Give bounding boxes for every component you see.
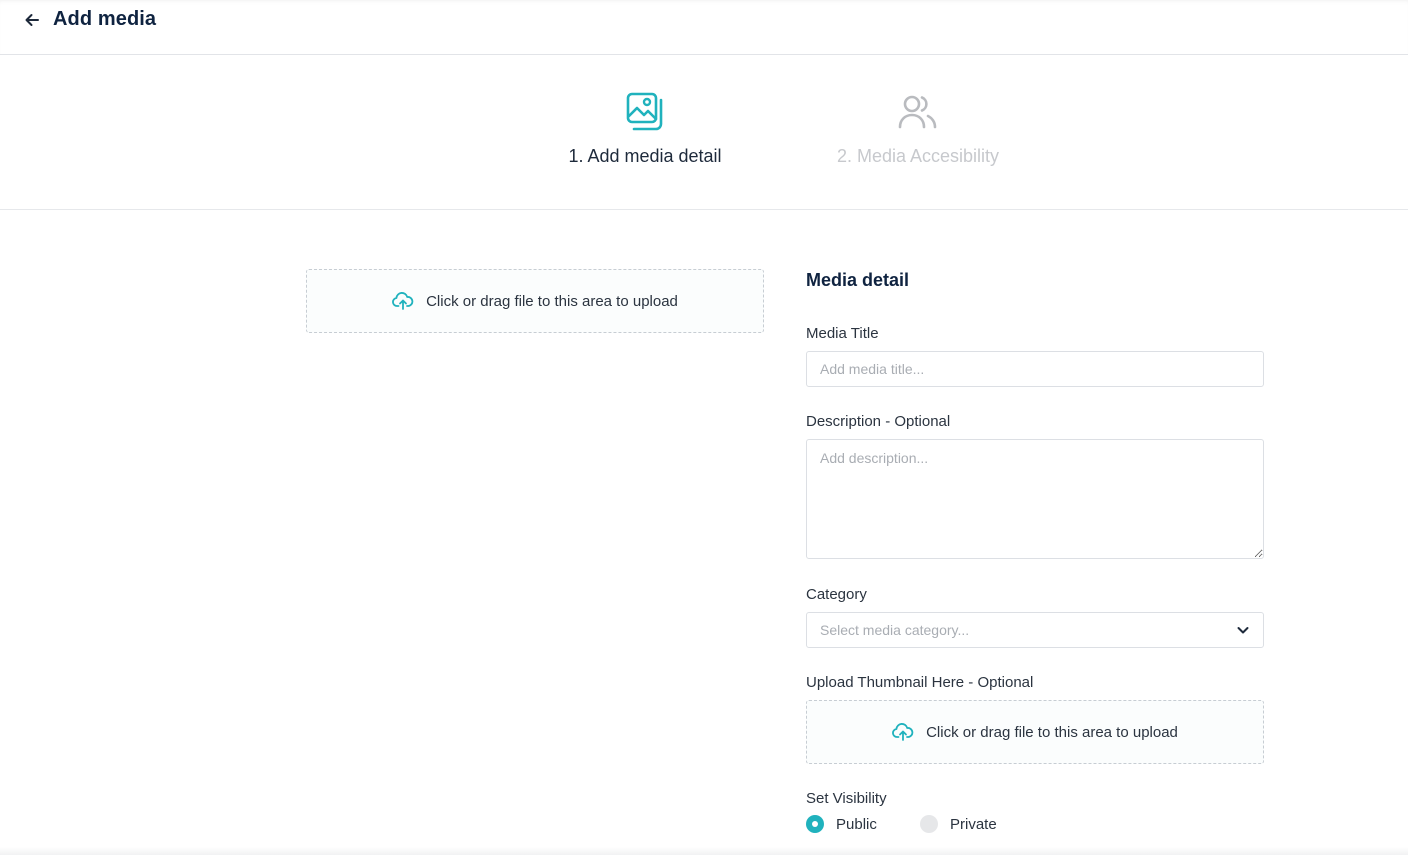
radio-selected-indicator bbox=[806, 815, 824, 833]
thumbnail-label: Upload Thumbnail Here - Optional bbox=[806, 674, 1034, 691]
category-label: Category bbox=[806, 586, 867, 603]
visibility-public-radio[interactable]: Public bbox=[806, 815, 877, 833]
stepper: 1. Add media detail 2. Media Accesibilit… bbox=[0, 55, 1408, 210]
category-placeholder: Select media category... bbox=[820, 622, 970, 638]
visibility-label: Set Visibility bbox=[806, 790, 887, 807]
step-1-label: 1. Add media detail bbox=[568, 146, 722, 166]
upload-instructions: Click or drag file to this area to uploa… bbox=[426, 292, 678, 310]
step-2-label: 2. Media Accesibility bbox=[836, 146, 1000, 166]
cloud-upload-icon bbox=[392, 291, 414, 311]
description-label: Description - Optional bbox=[806, 413, 951, 430]
media-title-input[interactable] bbox=[806, 351, 1264, 387]
bottom-edge bbox=[0, 847, 1408, 855]
public-label: Public bbox=[836, 815, 877, 833]
chevron-down-icon bbox=[1236, 623, 1250, 637]
media-title-label: Media Title bbox=[806, 325, 879, 342]
description-textarea[interactable] bbox=[806, 439, 1264, 559]
page-header: Add media bbox=[0, 0, 1408, 55]
add-media-page: Add media 1. Add media detail 2. Media A… bbox=[0, 0, 1408, 855]
category-select[interactable]: Select media category... bbox=[806, 612, 1264, 648]
private-label: Private bbox=[950, 815, 997, 833]
users-icon bbox=[898, 95, 937, 129]
image-gallery-icon bbox=[626, 92, 663, 131]
visibility-radio-group: Public Private bbox=[806, 815, 1264, 839]
section-title: Media detail bbox=[806, 270, 910, 290]
visibility-private-radio[interactable]: Private bbox=[920, 815, 997, 833]
page-title: Add media bbox=[53, 8, 157, 30]
arrow-left-icon bbox=[25, 14, 39, 26]
back-button[interactable] bbox=[22, 10, 42, 30]
cloud-upload-icon bbox=[892, 722, 914, 742]
thumbnail-upload-dropzone[interactable]: Click or drag file to this area to uploa… bbox=[806, 700, 1264, 764]
radio-unselected-indicator bbox=[920, 815, 938, 833]
thumbnail-upload-instructions: Click or drag file to this area to uploa… bbox=[926, 723, 1178, 741]
media-upload-dropzone[interactable]: Click or drag file to this area to uploa… bbox=[306, 269, 764, 333]
